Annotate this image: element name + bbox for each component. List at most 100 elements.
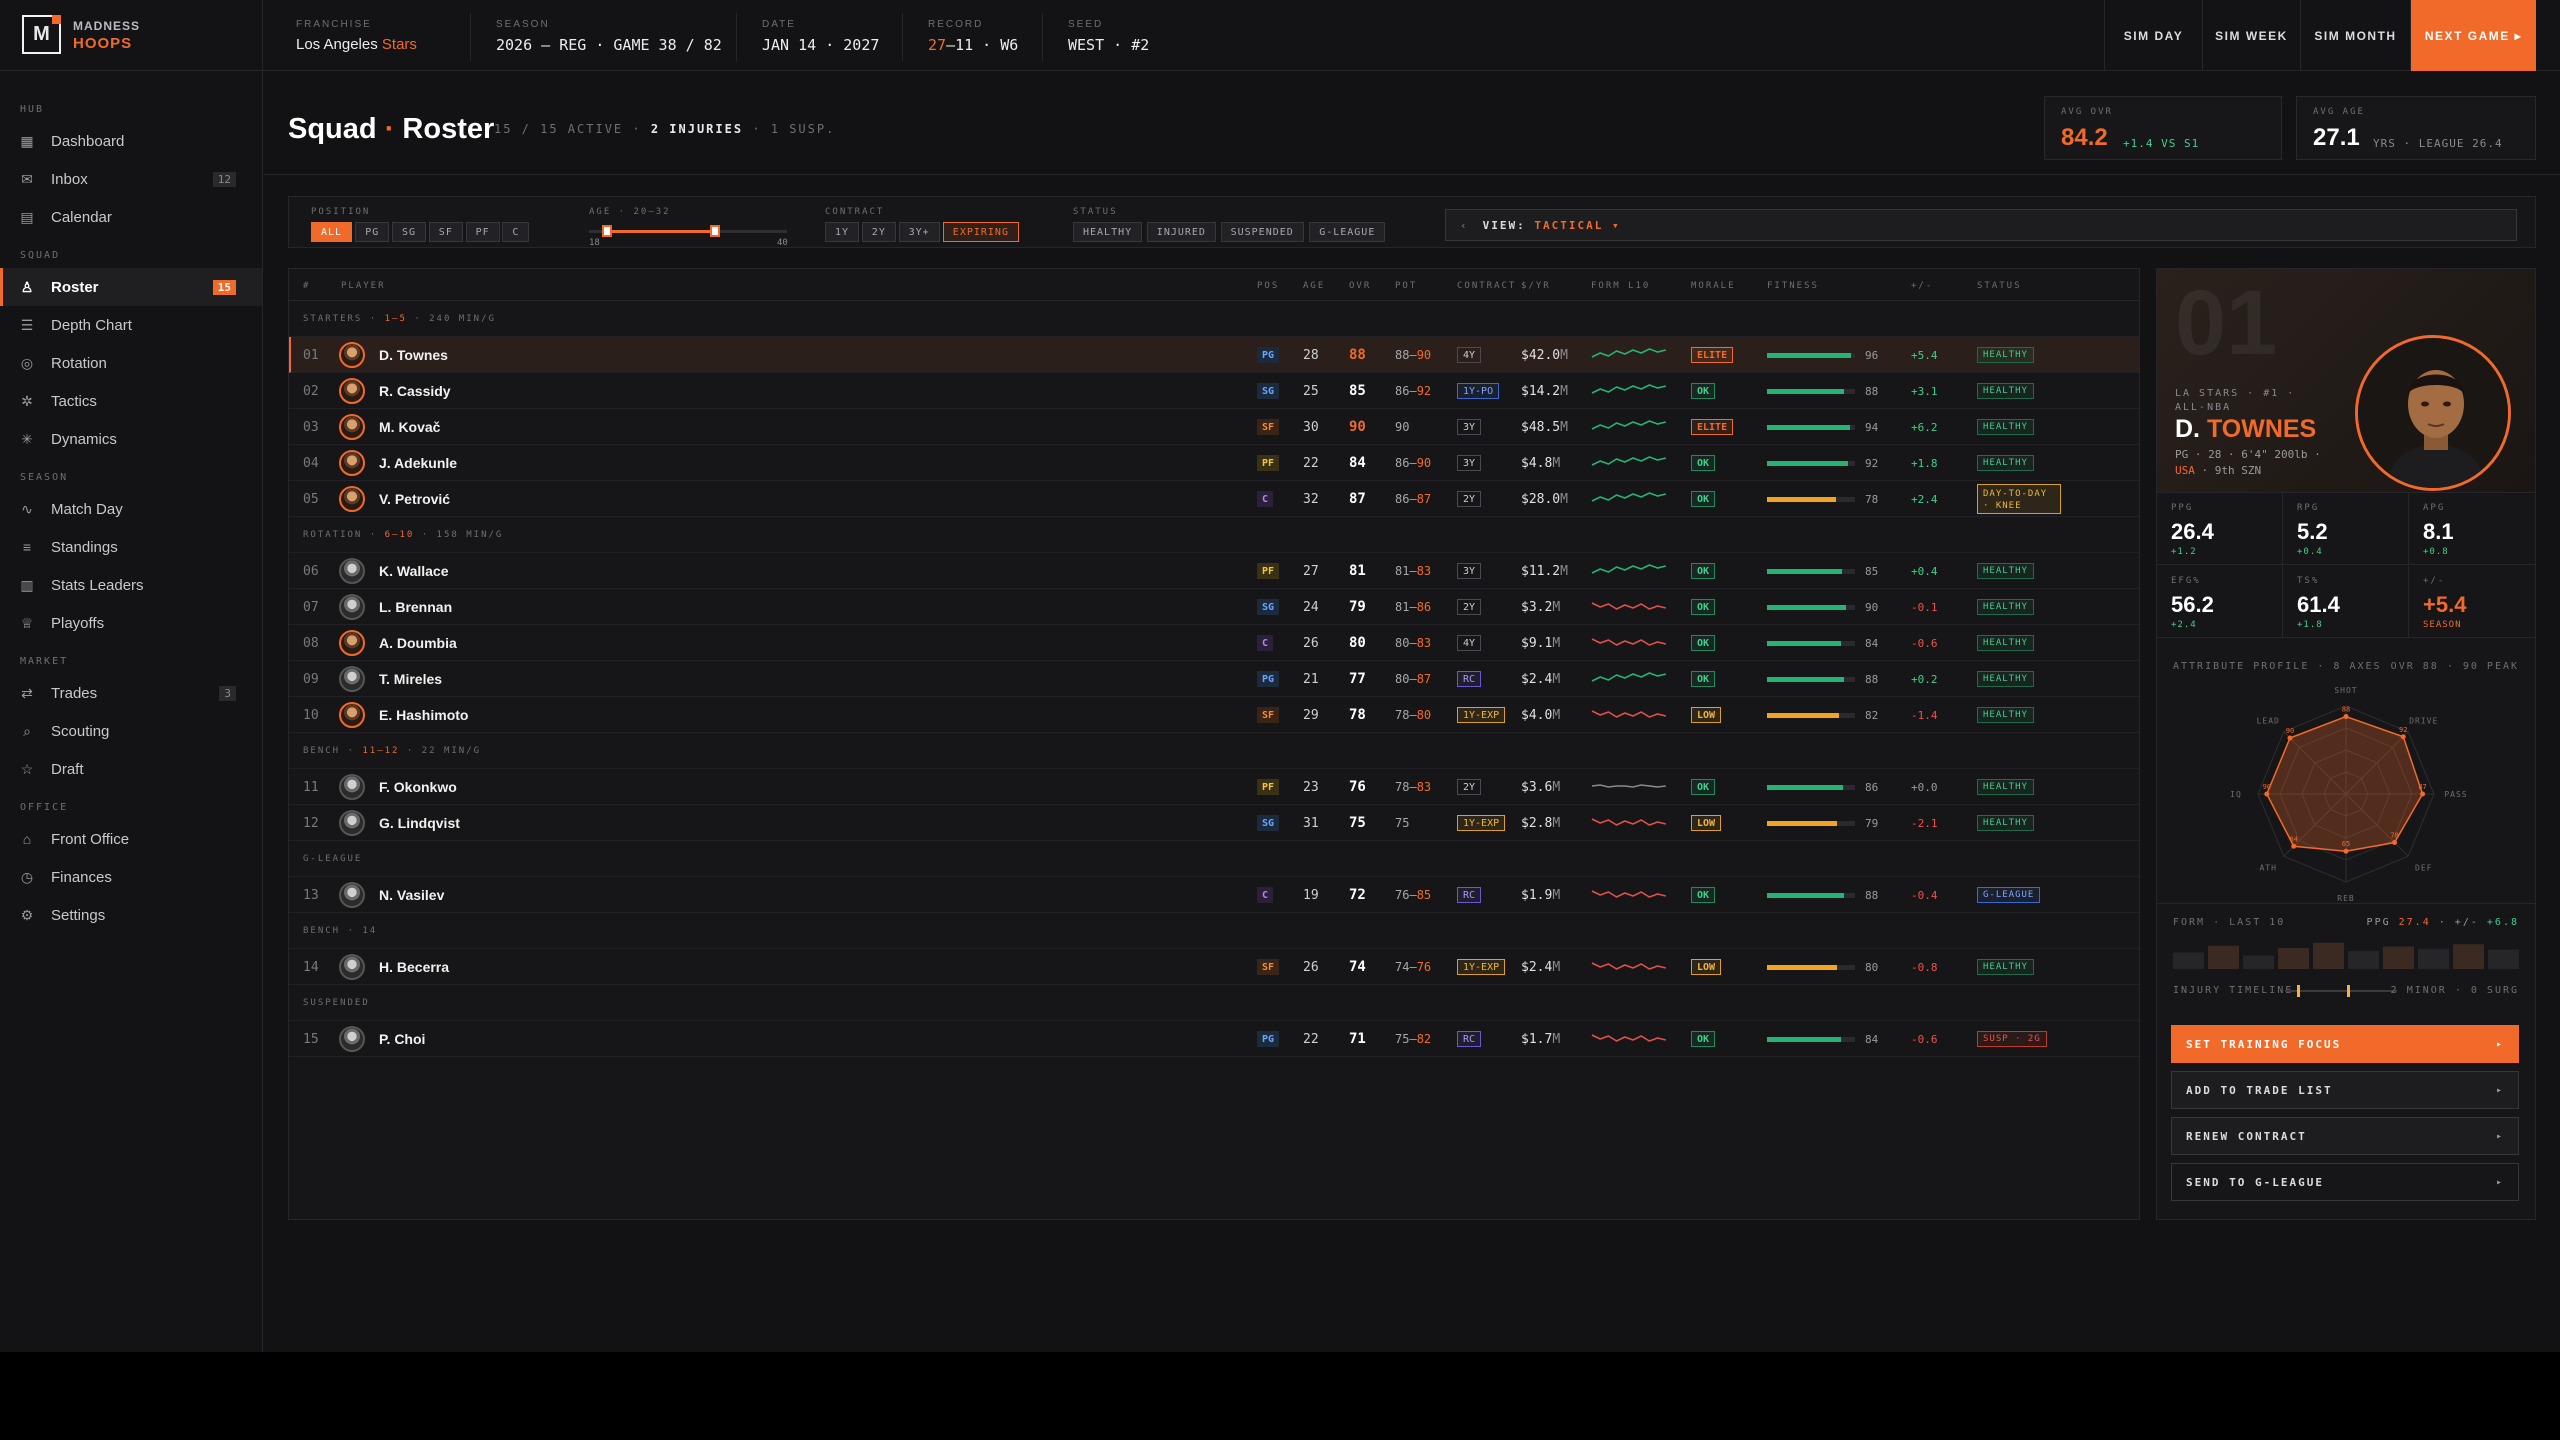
sidebar-item-finances[interactable]: ◷ Finances [0,858,262,896]
contract-chip-3y+[interactable]: 3Y+ [898,222,940,242]
sim-month-button[interactable]: SIM MONTH [2300,0,2410,71]
sidebar-item-draft[interactable]: ☆ Draft [0,750,262,788]
player-name[interactable]: E. Hashimoto [379,697,468,733]
column-header[interactable]: MORALE [1691,281,1736,291]
sidebar-item-calendar[interactable]: ▤ Calendar [0,198,262,236]
next-game-button[interactable]: NEXT GAME ▸ [2410,0,2536,71]
table-row[interactable]: 03 M. Kovač SF 30 90 90 3Y $48.5 M ELITE 94 +6.2 HEA… [289,409,2139,445]
salary: $14.2 M [1521,383,1568,399]
player-name[interactable]: A. Doumbia [379,625,457,661]
avg-age-value: 27.1 [2313,124,2360,151]
sidebar-item-standings[interactable]: ≡ Standings [0,528,262,566]
table-row[interactable]: 13 N. Vasilev C 19 72 76– 85 RC $1.9 M OK 88 -0.4 G-L… [289,877,2139,913]
form-bars [2173,942,2519,969]
contract-chip-2y[interactable]: 2Y [861,222,896,242]
sidebar-item-depth-chart[interactable]: ☰ Depth Chart [0,306,262,344]
player-name[interactable]: K. Wallace [379,553,449,589]
table-row[interactable]: 07 L. Brennan SG 24 79 81– 86 2Y $3.2 M OK 90 -0.1 HE… [289,589,2139,625]
stat-tile: APG 8.1 +0.8 [2409,493,2535,565]
sidebar-item-trades[interactable]: ⇄ Trades 3 [0,674,262,712]
sidebar-item-playoffs[interactable]: ♕ Playoffs [0,604,262,642]
age-slider[interactable] [589,225,787,239]
table-row[interactable]: 08 A. Doumbia C 26 80 80– 83 4Y $9.1 M OK 84 -0.6 HEA… [289,625,2139,661]
logo-mark: M [22,15,61,54]
player-name[interactable]: D. Townes [379,337,448,373]
table-row[interactable]: 15 P. Choi PG 22 71 75– 82 RC $1.7 M OK 84 -0.6 SUSP … [289,1021,2139,1057]
player-name[interactable]: V. Petrović [379,481,450,517]
sidebar-item-label: Draft [51,760,84,778]
sidebar-item-dynamics[interactable]: ✳ Dynamics [0,420,262,458]
send-to-g-league-button[interactable]: SEND TO G-LEAGUE ▸ [2171,1163,2519,1201]
sidebar-item-settings[interactable]: ⚙ Settings [0,896,262,934]
player-name[interactable]: N. Vasilev [379,877,444,913]
table-row[interactable]: 01 D. Townes PG 28 88 88– 90 4Y $42.0 M ELITE 96 +5.… [289,337,2139,373]
sidebar-item-dashboard[interactable]: ▦ Dashboard [0,122,262,160]
status-chip-g-league[interactable]: G-LEAGUE [1309,222,1386,242]
sidebar-item-stats-leaders[interactable]: ▥ Stats Leaders [0,566,262,604]
player-name[interactable]: R. Cassidy [379,373,451,409]
column-header[interactable]: POT [1395,281,1417,291]
add-to-trade-list-button[interactable]: ADD TO TRADE LIST ▸ [2171,1071,2519,1109]
sidebar-item-rotation[interactable]: ◎ Rotation [0,344,262,382]
sidebar-item-match-day[interactable]: ∿ Match Day [0,490,262,528]
position-chip-sf[interactable]: SF [428,222,463,242]
player-name[interactable]: H. Becerra [379,949,449,985]
column-header[interactable]: PLAYER [341,281,386,291]
column-header[interactable]: AGE [1303,281,1325,291]
sim-week-button[interactable]: SIM WEEK [2202,0,2300,71]
position-chip-pg[interactable]: PG [355,222,390,242]
position-chip-c[interactable]: C [502,222,530,242]
age-min-handle[interactable] [602,225,612,237]
plus-minus: -0.1 [1911,600,1938,614]
sidebar-item-inbox[interactable]: ✉ Inbox 12 [0,160,262,198]
contract-chip-1y[interactable]: 1Y [825,222,860,242]
status-chip-healthy[interactable]: HEALTHY [1073,222,1143,242]
table-row[interactable]: 11 F. Okonkwo PF 23 76 78– 83 2Y $3.6 M OK 86 +0.0 HE… [289,769,2139,805]
player-name[interactable]: T. Mireles [379,661,442,697]
column-header[interactable]: CONTRACT [1457,281,1516,291]
column-header[interactable]: POS [1257,281,1279,291]
position-badge: PF [1257,779,1280,795]
position-chip-pf[interactable]: PF [465,222,500,242]
table-row[interactable]: 06 K. Wallace PF 27 81 81– 83 3Y $11.2 M OK 85 +0.4 H… [289,553,2139,589]
sidebar-item-tactics[interactable]: ✲ Tactics [0,382,262,420]
player-name[interactable]: F. Okonkwo [379,769,457,805]
player-name[interactable]: G. Lindqvist [379,805,460,841]
table-row[interactable]: 05 V. Petrović C 32 87 86– 87 2Y $28.0 M OK 78 +2.4 D… [289,481,2139,517]
position-chip-all[interactable]: ALL [311,222,353,242]
table-row[interactable]: 10 E. Hashimoto SF 29 78 78– 80 1Y-EXP $4.0 M LOW 8… [289,697,2139,733]
column-header[interactable]: STATUS [1977,281,2022,291]
player-name[interactable]: M. Kovač [379,409,440,445]
renew-contract-button[interactable]: RENEW CONTRACT ▸ [2171,1117,2519,1155]
column-header[interactable]: FORM L10 [1591,281,1650,291]
set-training-focus-button[interactable]: SET TRAINING FOCUS ▸ [2171,1025,2519,1063]
player-name[interactable]: J. Adekunle [379,445,457,481]
table-row[interactable]: 04 J. Adekunle PF 22 84 86– 90 3Y $4.8 M OK 92 +1.8 H… [289,445,2139,481]
column-header[interactable]: +/- [1911,281,1933,291]
avg-ovr-value: 84.2 [2061,124,2108,151]
column-header[interactable]: $/YR [1521,281,1551,291]
status-chip-injured[interactable]: INJURED [1146,222,1216,242]
table-row[interactable]: 14 H. Becerra SF 26 74 74– 76 1Y-EXP $2.4 M LOW 80 -… [289,949,2139,985]
sidebar-item-roster[interactable]: ♙ Roster 15 [0,268,262,306]
player-name[interactable]: P. Choi [379,1021,425,1057]
radar-point [2264,791,2270,797]
age: 22 [1303,1031,1319,1047]
status-chip-suspended[interactable]: SUSPENDED [1220,222,1304,242]
sidebar-item-front-office[interactable]: ⌂ Front Office [0,820,262,858]
player-name[interactable]: L. Brennan [379,589,452,625]
position-chip-sg[interactable]: SG [392,222,427,242]
sim-day-button[interactable]: SIM DAY [2104,0,2202,71]
column-header[interactable]: # [303,281,310,291]
contract-chip-expiring[interactable]: EXPIRING [942,222,1019,242]
column-header[interactable]: OVR [1349,281,1371,291]
table-row[interactable]: 12 G. Lindqvist SG 31 75 75 1Y-EXP $2.8 M LOW 79 -2… [289,805,2139,841]
view-selector[interactable]: ‹ VIEW: TACTICAL ▾ [1445,209,2517,241]
age-max-handle[interactable] [710,225,720,237]
sidebar-item-scouting[interactable]: ⌕ Scouting [0,712,262,750]
column-header[interactable]: FITNESS [1767,281,1819,291]
table-row[interactable]: 09 T. Mireles PG 21 77 80– 87 RC $2.4 M OK 88 +0.2 HE… [289,661,2139,697]
brand[interactable]: M MADNESS HOOPS [0,0,263,71]
age: 30 [1303,419,1319,435]
table-row[interactable]: 02 R. Cassidy SG 25 85 86– 92 1Y-PO $14.2 M OK 88 +3… [289,373,2139,409]
